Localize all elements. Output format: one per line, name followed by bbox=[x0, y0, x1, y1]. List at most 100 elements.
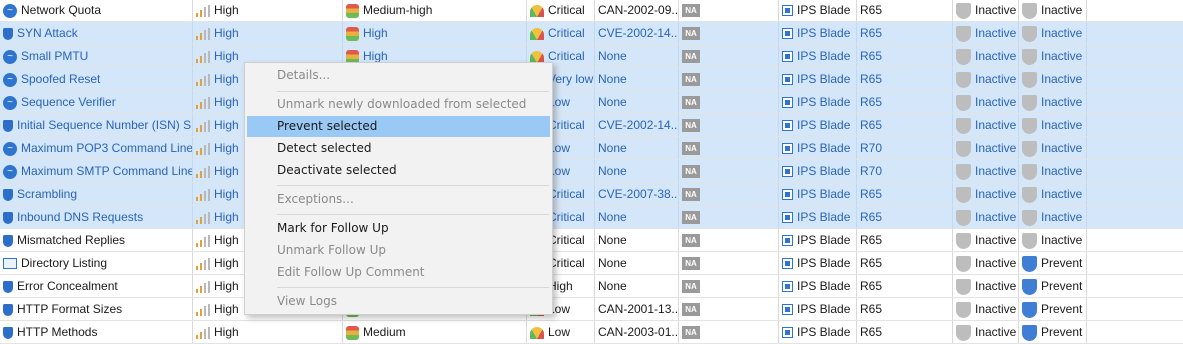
na-cell[interactable]: NA bbox=[679, 0, 779, 21]
version-cell[interactable]: R65 bbox=[857, 321, 953, 343]
profile-1-cell[interactable]: Inactive bbox=[953, 22, 1019, 44]
profile-2-cell[interactable]: Inactive bbox=[1019, 114, 1087, 136]
table-row[interactable]: SYN Attack High High Critical CVE-2002-14...… bbox=[0, 22, 1183, 45]
version-cell[interactable]: R65 bbox=[857, 275, 953, 297]
type-cell[interactable]: IPS Blade bbox=[779, 229, 857, 251]
profile-1-cell[interactable]: Inactive bbox=[953, 114, 1019, 136]
profile-1-cell[interactable]: Inactive bbox=[953, 183, 1019, 205]
profile-2-cell[interactable]: Inactive bbox=[1019, 160, 1087, 182]
profile-1-cell[interactable]: Inactive bbox=[953, 321, 1019, 343]
industry-reference-cell[interactable]: CVE-2007-38... bbox=[595, 183, 679, 205]
menu-item-details[interactable]: Details... bbox=[247, 65, 550, 86]
type-cell[interactable]: IPS Blade bbox=[779, 298, 857, 320]
version-cell[interactable]: R65 bbox=[857, 114, 953, 136]
na-cell[interactable]: NA bbox=[679, 275, 779, 297]
menu-item-edit-follow-up-comment[interactable]: Edit Follow Up Comment bbox=[247, 262, 550, 283]
protection-name-cell[interactable]: Initial Sequence Number (ISN) S... bbox=[0, 114, 193, 136]
version-cell[interactable]: R65 bbox=[857, 22, 953, 44]
protection-name-cell[interactable]: Mismatched Replies bbox=[0, 229, 193, 251]
table-row[interactable]: Error Concealment High High None NA IPS Blade… bbox=[0, 275, 1183, 298]
version-cell[interactable]: R65 bbox=[857, 0, 953, 21]
profile-2-cell[interactable]: Prevent bbox=[1019, 252, 1087, 274]
version-cell[interactable]: R65 bbox=[857, 91, 953, 113]
profile-1-cell[interactable]: Inactive bbox=[953, 137, 1019, 159]
industry-reference-cell[interactable]: CAN-2002-09... bbox=[595, 0, 679, 21]
table-row[interactable]: Initial Sequence Number (ISN) S... High Cr… bbox=[0, 114, 1183, 137]
protection-name-cell[interactable]: HTTP Methods bbox=[0, 321, 193, 343]
industry-reference-cell[interactable]: CAN-2003-01... bbox=[595, 321, 679, 343]
table-row[interactable]: ~ Sequence Verifier High Low None NA IPS Blade… bbox=[0, 91, 1183, 114]
table-row[interactable]: ~Maximum POP3 Command Line L...HighLowNo… bbox=[0, 137, 1183, 160]
profile-1-cell[interactable]: Inactive bbox=[953, 252, 1019, 274]
industry-reference-cell[interactable]: None bbox=[595, 45, 679, 67]
industry-reference-cell[interactable]: CVE-2002-14... bbox=[595, 114, 679, 136]
menu-item-deactivate-selected[interactable]: Deactivate selected bbox=[247, 160, 550, 181]
industry-reference-cell[interactable]: None bbox=[595, 206, 679, 228]
table-row[interactable]: Scrambling High Critical CVE-2007-38... NA IP… bbox=[0, 183, 1183, 206]
type-cell[interactable]: IPS Blade bbox=[779, 252, 857, 274]
menu-item-detect-selected[interactable]: Detect selected bbox=[247, 138, 550, 159]
type-cell[interactable]: IPS Blade bbox=[779, 68, 857, 90]
protection-name-cell[interactable]: ~ Spoofed Reset bbox=[0, 68, 193, 90]
version-cell[interactable]: R65 bbox=[857, 206, 953, 228]
na-cell[interactable]: NA bbox=[679, 114, 779, 136]
table-row[interactable]: ~ Network Quota High Medium-high Critical CAN… bbox=[0, 0, 1183, 22]
severity-cell[interactable]: High bbox=[193, 321, 343, 343]
version-cell[interactable]: R65 bbox=[857, 68, 953, 90]
industry-reference-cell[interactable]: None bbox=[595, 275, 679, 297]
na-cell[interactable]: NA bbox=[679, 45, 779, 67]
performance-cell[interactable]: Medium-high bbox=[343, 0, 527, 21]
type-cell[interactable]: IPS Blade bbox=[779, 137, 857, 159]
profile-2-cell[interactable]: Prevent bbox=[1019, 275, 1087, 297]
protection-name-cell[interactable]: Inbound DNS Requests bbox=[0, 206, 193, 228]
na-cell[interactable]: NA bbox=[679, 22, 779, 44]
version-cell[interactable]: R70 bbox=[857, 137, 953, 159]
type-cell[interactable]: IPS Blade bbox=[779, 0, 857, 21]
profile-2-cell[interactable]: Inactive bbox=[1019, 183, 1087, 205]
menu-item-mark-follow-up[interactable]: Mark for Follow Up bbox=[247, 218, 550, 239]
industry-reference-cell[interactable]: None bbox=[595, 229, 679, 251]
type-cell[interactable]: IPS Blade bbox=[779, 91, 857, 113]
profile-2-cell[interactable]: Inactive bbox=[1019, 45, 1087, 67]
profile-2-cell[interactable]: Inactive bbox=[1019, 206, 1087, 228]
type-cell[interactable]: IPS Blade bbox=[779, 275, 857, 297]
severity-cell[interactable]: High bbox=[193, 0, 343, 21]
na-cell[interactable]: NA bbox=[679, 252, 779, 274]
protection-name-cell[interactable]: ~ Maximum POP3 Command Line L... bbox=[0, 137, 193, 159]
menu-item-unmark-follow-up[interactable]: Unmark Follow Up bbox=[247, 240, 550, 261]
profile-2-cell[interactable]: Prevent bbox=[1019, 321, 1087, 343]
performance-cell[interactable]: Medium bbox=[343, 321, 527, 343]
profile-1-cell[interactable]: Inactive bbox=[953, 160, 1019, 182]
profile-1-cell[interactable]: Inactive bbox=[953, 206, 1019, 228]
profile-1-cell[interactable]: Inactive bbox=[953, 68, 1019, 90]
table-row[interactable]: Directory Listing High Critical None NA IPS B… bbox=[0, 252, 1183, 275]
na-cell[interactable]: NA bbox=[679, 68, 779, 90]
profile-1-cell[interactable]: Inactive bbox=[953, 45, 1019, 67]
profile-1-cell[interactable]: Inactive bbox=[953, 229, 1019, 251]
profile-2-cell[interactable]: Inactive bbox=[1019, 0, 1087, 21]
profile-2-cell[interactable]: Inactive bbox=[1019, 22, 1087, 44]
type-cell[interactable]: IPS Blade bbox=[779, 22, 857, 44]
type-cell[interactable]: IPS Blade bbox=[779, 183, 857, 205]
version-cell[interactable]: R65 bbox=[857, 298, 953, 320]
table-row[interactable]: HTTP Format Sizes High Low CAN-2001-13... NA… bbox=[0, 298, 1183, 321]
table-row[interactable]: ~ Maximum SMTP Command Line ... High Low Non… bbox=[0, 160, 1183, 183]
version-cell[interactable]: R65 bbox=[857, 229, 953, 251]
industry-reference-cell[interactable]: CAN-2001-13... bbox=[595, 298, 679, 320]
profile-2-cell[interactable]: Inactive bbox=[1019, 229, 1087, 251]
protection-name-cell[interactable]: HTTP Format Sizes bbox=[0, 298, 193, 320]
industry-reference-cell[interactable]: None bbox=[595, 91, 679, 113]
table-row[interactable]: ~ Spoofed Reset High Very low None NA IPS Blad… bbox=[0, 68, 1183, 91]
protection-name-cell[interactable]: ~ Maximum SMTP Command Line ... bbox=[0, 160, 193, 182]
type-cell[interactable]: IPS Blade bbox=[779, 114, 857, 136]
profile-1-cell[interactable]: Inactive bbox=[953, 0, 1019, 21]
version-cell[interactable]: R65 bbox=[857, 252, 953, 274]
severity-cell[interactable]: High bbox=[193, 22, 343, 44]
type-cell[interactable]: IPS Blade bbox=[779, 206, 857, 228]
profile-1-cell[interactable]: Inactive bbox=[953, 91, 1019, 113]
table-row[interactable]: Mismatched Replies High Critical None NA IPS … bbox=[0, 229, 1183, 252]
performance-cell[interactable]: High bbox=[343, 22, 527, 44]
industry-reference-cell[interactable]: CVE-2002-14... bbox=[595, 22, 679, 44]
na-cell[interactable]: NA bbox=[679, 206, 779, 228]
industry-reference-cell[interactable]: None bbox=[595, 68, 679, 90]
